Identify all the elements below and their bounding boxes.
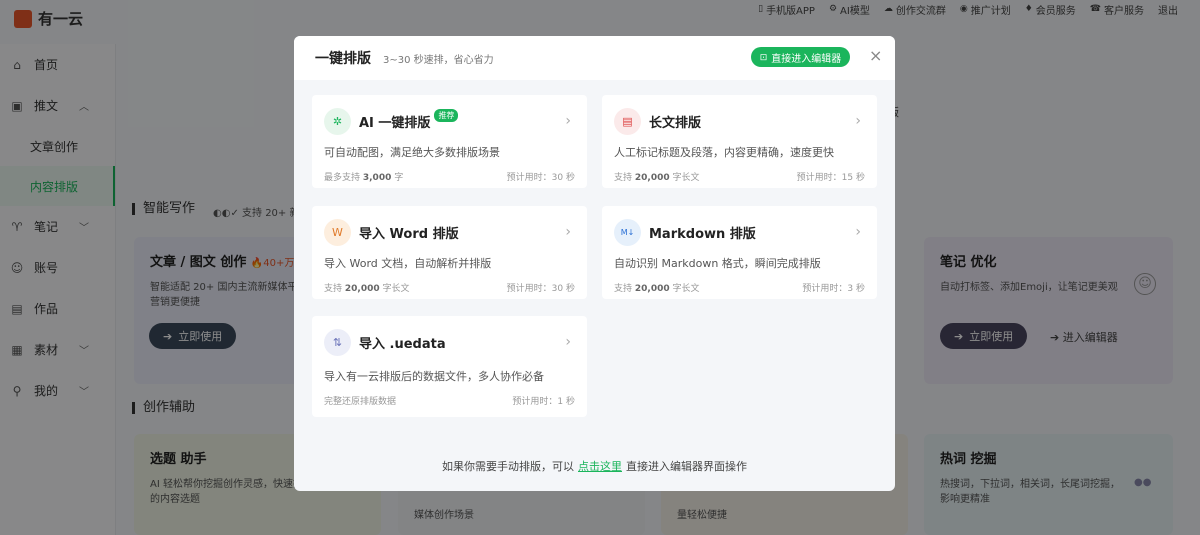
option-long-text[interactable]: ▤ 长文排版 › 人工标记标题及段落，内容更精确，速度更快 支持 20,000 … [602,95,877,188]
estimated-time: 预计用时：30 秒 [506,173,575,183]
option-uedata-import[interactable]: ⇅ 导入 .uedata › 导入有一云排版后的数据文件，多人协作必备 完整还原… [312,316,587,417]
support-info: 最多支持 3,000 字 [324,173,404,183]
open-editor-button[interactable]: ⊡ 直接进入编辑器 [751,47,850,67]
option-ai-layout[interactable]: ✲ AI 一键排版 推荐 › 可自动配图，满足绝大多数排版场景 最多支持 3,0… [312,95,587,188]
layout-modal: 一键排版 3~30 秒速排，省心省力 ⊡ 直接进入编辑器 × ✲ AI 一键排版… [294,36,895,491]
markdown-icon: M↓ [614,218,641,246]
import-icon: ⇅ [324,328,351,356]
modal-footer: 如果你需要手动排版，可以 点击这里 直接进入编辑器界面操作 [442,460,747,473]
editor-icon: ⊡ [759,51,768,62]
list-icon: ▤ [614,107,641,135]
chevron-right-icon: › [565,113,571,129]
option-markdown[interactable]: M↓ Markdown 排版 › 自动识别 Markdown 格式，瞬间完成排版… [602,206,877,299]
modal-header: 一键排版 3~30 秒速排，省心省力 ⊡ 直接进入编辑器 × [294,36,895,80]
estimated-time: 预计用时：1 秒 [512,397,575,407]
chevron-right-icon: › [855,224,861,240]
chevron-right-icon: › [565,224,571,240]
estimated-time: 预计用时：30 秒 [506,284,575,294]
chevron-right-icon: › [565,334,571,350]
word-file-icon: W [324,218,351,246]
support-info: 支持 20,000 字长文 [614,173,700,183]
manual-editor-link[interactable]: 点击这里 [578,460,622,473]
recommend-badge: 推荐 [434,108,459,122]
sparkle-icon: ✲ [324,107,351,135]
option-word-import[interactable]: W 导入 Word 排版 › 导入 Word 文档，自动解析并排版 支持 20,… [312,206,587,299]
modal-title: 一键排版 [315,51,371,67]
chevron-right-icon: › [855,113,861,129]
close-icon[interactable]: × [869,47,882,65]
estimated-time: 预计用时：15 秒 [796,173,865,183]
support-info: 完整还原排版数据 [324,397,397,407]
support-info: 支持 20,000 字长文 [614,284,700,294]
support-info: 支持 20,000 字长文 [324,284,410,294]
estimated-time: 预计用时：3 秒 [802,284,865,294]
modal-subtitle: 3~30 秒速排，省心省力 [383,54,494,66]
